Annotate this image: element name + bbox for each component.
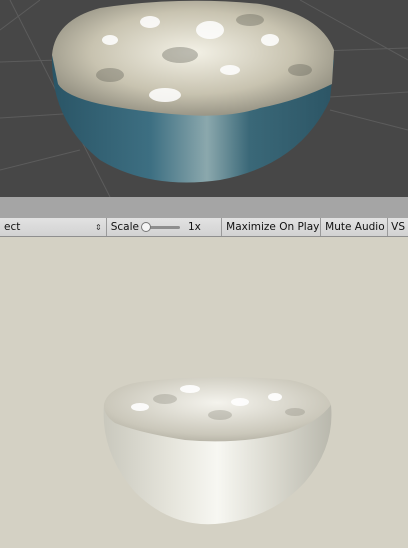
scene-viewport <box>0 0 408 197</box>
scale-slider[interactable] <box>140 221 180 232</box>
mute-audio-toggle[interactable]: Mute Audio <box>321 218 389 236</box>
panel-separator[interactable] <box>0 197 408 219</box>
vsync-toggle[interactable]: VS <box>388 218 408 236</box>
game-view-toolbar: ect ⇕ Scale 1x Maximize On Play Mute Aud… <box>0 218 408 237</box>
scale-slider-thumb[interactable] <box>140 221 151 232</box>
game-viewport <box>103 376 332 525</box>
scale-value: 1x <box>187 221 201 233</box>
maximize-on-play-toggle[interactable]: Maximize On Play <box>222 218 322 236</box>
scene-view[interactable] <box>0 0 408 197</box>
dropdown-arrows-icon: ⇕ <box>95 222 102 232</box>
aspect-label: ect <box>4 221 21 233</box>
scale-label: Scale <box>110 221 139 233</box>
scale-control: Scale 1x <box>107 218 223 236</box>
game-view[interactable] <box>0 237 408 548</box>
aspect-dropdown[interactable]: ect ⇕ <box>0 218 107 236</box>
